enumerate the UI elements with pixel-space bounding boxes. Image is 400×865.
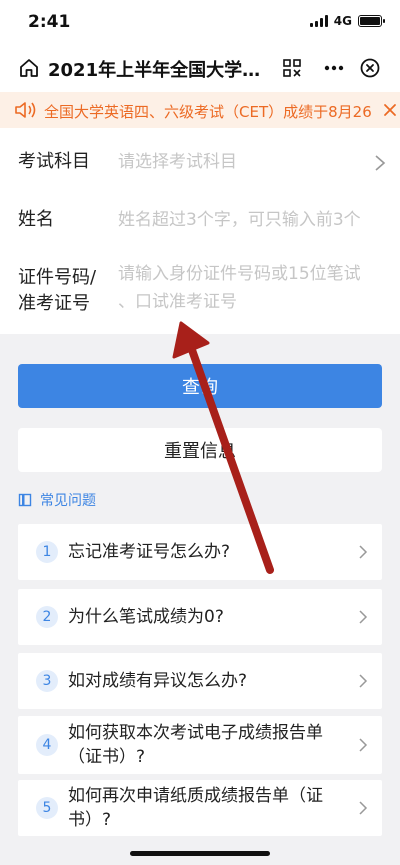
- id-input-line1[interactable]: 请输入身份证件号码或15位笔试: [118, 260, 390, 288]
- faq-item[interactable]: 3 如对成绩有异议怎么办?: [18, 653, 382, 709]
- subject-label: 考试科目: [18, 151, 90, 172]
- faq-question-cont: 书）?: [68, 810, 112, 830]
- faq-question-cont: （证书）?: [68, 747, 146, 767]
- notice-bar[interactable]: 全国大学英语四、六级考试（CET）成绩于8月26: [0, 92, 400, 128]
- reset-button[interactable]: 重置信息: [18, 428, 382, 472]
- nav-bar: 2021年上半年全国大学…: [0, 44, 400, 92]
- chevron-right-icon: [359, 801, 368, 815]
- faq-question: 如何获取本次考试电子成绩报告单: [68, 723, 323, 743]
- faq-question: 如何再次申请纸质成绩报告单（证: [68, 786, 323, 806]
- id-input-line2[interactable]: 、口试准考证号: [118, 288, 390, 316]
- status-bar: 2:41 4G: [0, 0, 400, 44]
- page-title: 2021年上半年全国大学…: [48, 60, 261, 81]
- status-indicators: 4G: [309, 14, 385, 28]
- name-input[interactable]: 姓名超过3个字，可只输入前3个: [118, 206, 390, 234]
- faq-question: 忘记准考证号怎么办?: [68, 542, 231, 562]
- id-label-line2: 准考证号: [18, 293, 90, 314]
- faq-item[interactable]: 2 为什么笔试成绩为0?: [18, 589, 382, 645]
- speaker-icon: [15, 102, 36, 118]
- faq-item[interactable]: 4 如何获取本次考试电子成绩报告单 （证书）?: [18, 716, 382, 774]
- faq-number: 1: [36, 541, 58, 563]
- home-icon[interactable]: [18, 57, 40, 79]
- query-button[interactable]: 查询: [18, 364, 382, 408]
- battery-icon: [358, 15, 385, 27]
- faq-question: 为什么笔试成绩为0?: [68, 607, 224, 627]
- signal-icon: [309, 15, 328, 27]
- subject-select[interactable]: 请选择考试科目: [118, 148, 390, 176]
- book-icon: [18, 493, 32, 507]
- more-icon[interactable]: [323, 58, 345, 78]
- faq-item[interactable]: 5 如何再次申请纸质成绩报告单（证 书）?: [18, 780, 382, 836]
- notice-close-icon[interactable]: [382, 102, 398, 118]
- faq-number: 4: [36, 734, 58, 756]
- home-indicator[interactable]: [130, 851, 270, 856]
- faq-header: 常见问题: [18, 490, 96, 510]
- notice-text: 全国大学英语四、六级考试（CET）成绩于8月26: [44, 103, 372, 121]
- close-icon[interactable]: [359, 57, 381, 79]
- faq-title: 常见问题: [40, 493, 96, 509]
- faq-item[interactable]: 1 忘记准考证号怎么办?: [18, 524, 382, 580]
- network-type: 4G: [333, 14, 352, 28]
- status-time: 2:41: [28, 12, 71, 32]
- faq-number: 3: [36, 670, 58, 692]
- qr-scan-icon[interactable]: [282, 58, 302, 78]
- faq-number: 2: [36, 606, 58, 628]
- id-label-line1: 证件号码/: [18, 267, 97, 288]
- name-label: 姓名: [18, 209, 54, 230]
- query-form: 考试科目 请选择考试科目 姓名 姓名超过3个字，可只输入前3个 证件号码/ 准考…: [0, 128, 400, 334]
- faq-number: 5: [36, 797, 58, 819]
- chevron-right-icon: [359, 674, 368, 688]
- faq-question: 如对成绩有异议怎么办?: [68, 671, 248, 691]
- chevron-right-icon: [359, 610, 368, 624]
- chevron-right-icon: [359, 545, 368, 559]
- chevron-right-icon: [375, 155, 386, 171]
- chevron-right-icon: [359, 738, 368, 752]
